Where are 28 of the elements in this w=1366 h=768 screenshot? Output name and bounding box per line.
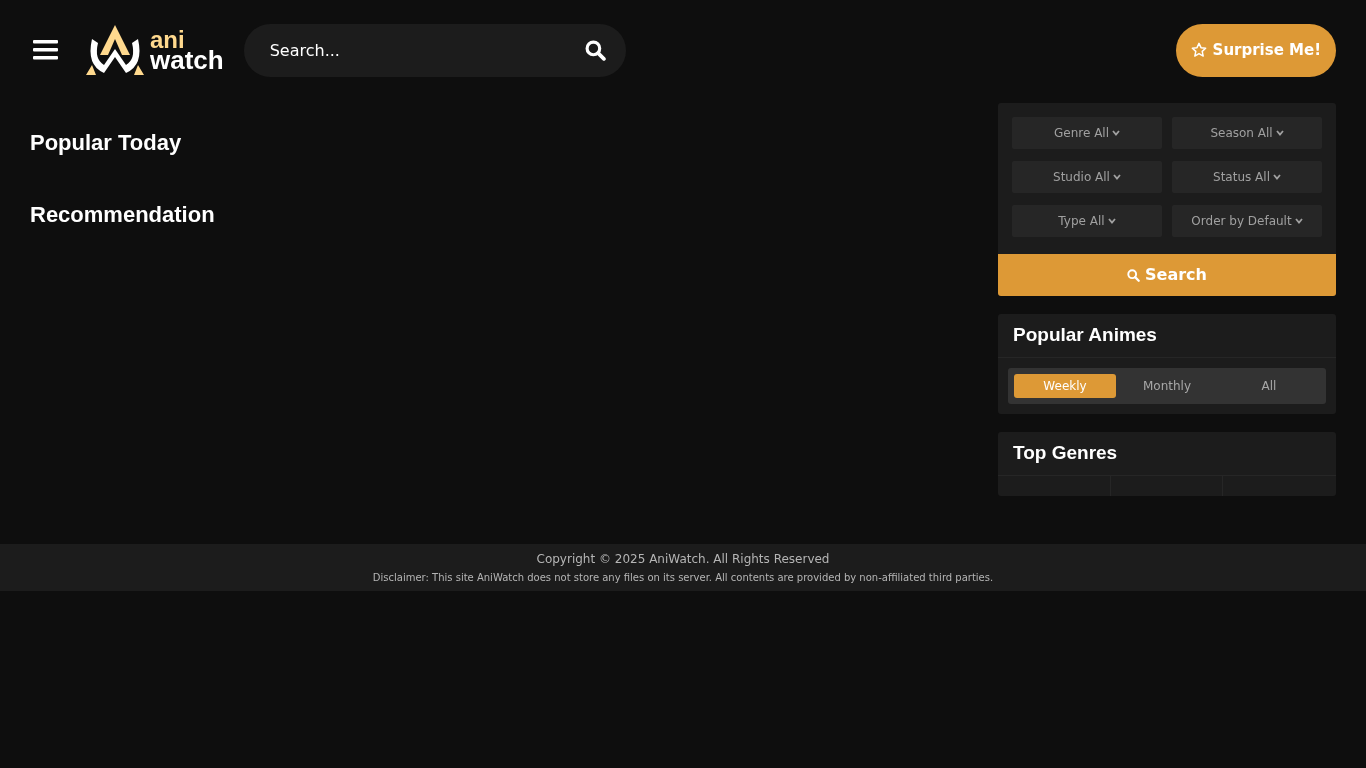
filter-dropdown[interactable]: Type All <box>1012 205 1162 237</box>
menu-icon[interactable] <box>33 38 61 62</box>
section-heading: Popular Today <box>30 129 183 157</box>
filter-dropdown[interactable]: Genre All <box>1012 117 1162 149</box>
search-icon[interactable] <box>584 39 606 61</box>
disclaimer-text: Disclaimer: This site AniWatch does not store any files on its server. All contents are provided by non-affiliated third parties. <box>372 571 994 585</box>
logo-text: ani <box>150 30 185 50</box>
logo-text: watch <box>150 50 224 70</box>
panel-title: Popular Animes <box>1013 323 1157 348</box>
caret-icon <box>1112 174 1121 180</box>
search-icon <box>1127 268 1141 282</box>
logo-icon <box>86 25 144 75</box>
filter-dropdown[interactable]: Season All <box>1172 117 1322 149</box>
period-tab[interactable]: All <box>1218 374 1320 398</box>
filter-dropdown[interactable]: Studio All <box>1012 161 1162 193</box>
section-heading: Recommendation <box>30 201 216 229</box>
caret-icon <box>1272 174 1281 180</box>
star-icon <box>1190 42 1207 58</box>
period-tab[interactable]: Monthly <box>1116 374 1218 398</box>
caret-icon <box>1112 130 1120 136</box>
search-field[interactable]: Search... <box>243 23 626 77</box>
filter-dropdown[interactable]: Order by Default <box>1172 205 1322 237</box>
copyright-text: Copyright © 2025 AniWatch. All Rights Reserved <box>536 551 830 568</box>
caret-icon <box>1294 218 1303 224</box>
filter-dropdown[interactable]: Status All <box>1172 161 1322 193</box>
caret-icon <box>1275 130 1284 136</box>
panel-title: Top Genres <box>1013 441 1118 466</box>
caret-icon <box>1107 218 1116 224</box>
